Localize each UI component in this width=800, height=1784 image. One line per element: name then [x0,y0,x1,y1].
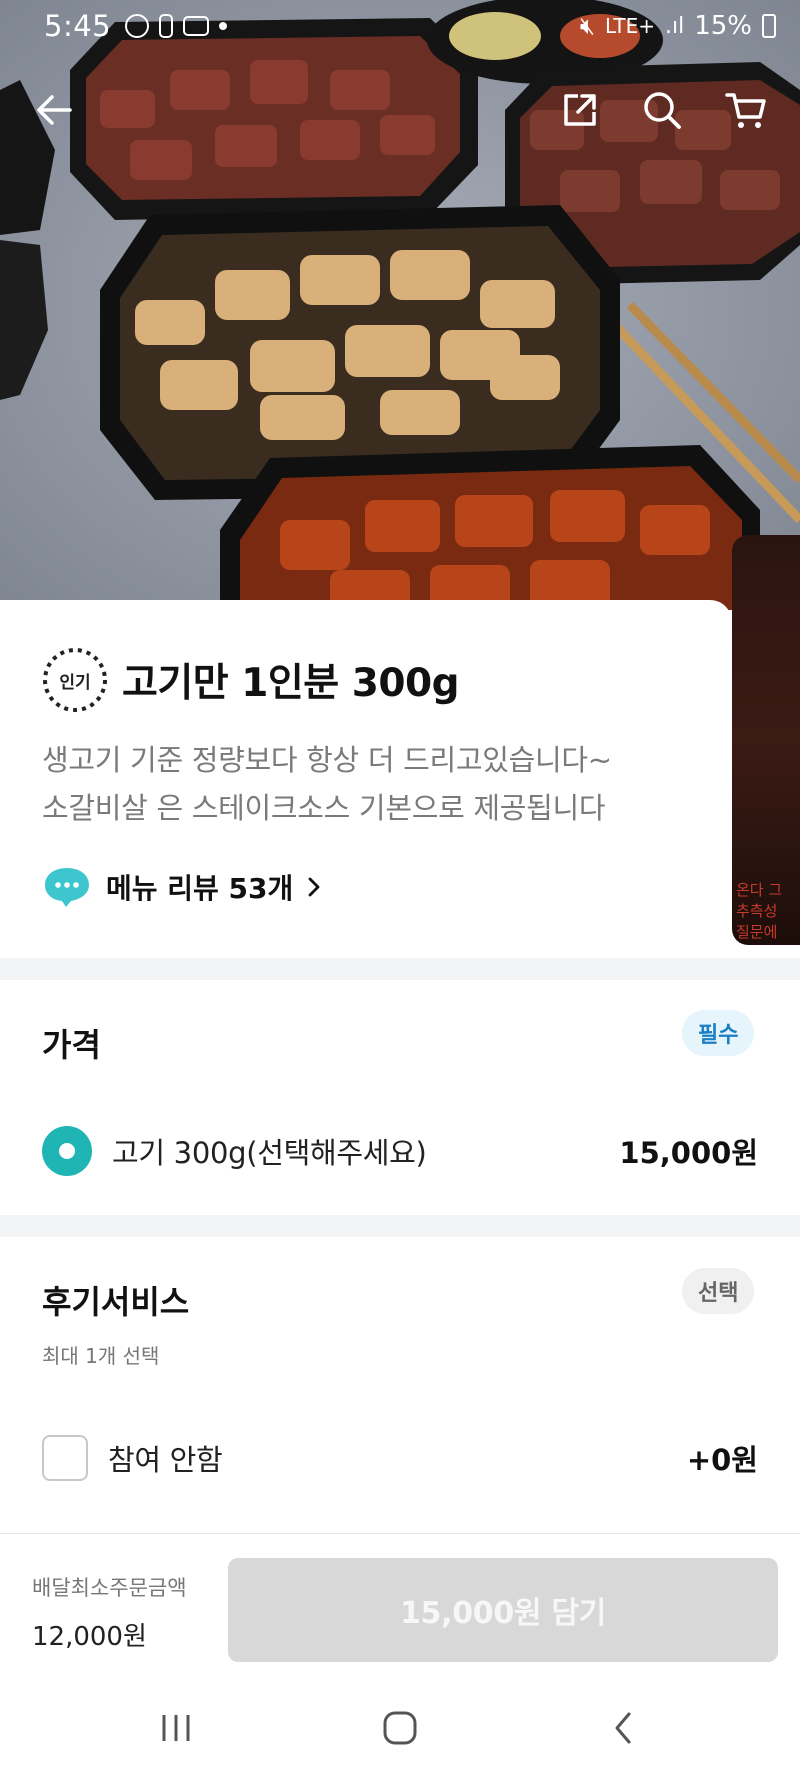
price-option-label: 고기 300g(선택해주세요) [112,1136,427,1170]
back-button[interactable] [26,82,82,138]
status-bar: 5:45 🔇︎ LTE+ .ıl 15% [0,0,800,52]
title-row: 인기 고기만 1인분 300g [40,645,460,715]
system-navigation-bar [0,1673,800,1784]
cart-icon [725,93,766,128]
review-option-price: +0원 [686,1443,758,1477]
review-option-label: 참여 안함 [108,1443,223,1477]
back-arrow-icon [37,95,72,125]
alert-icon [159,14,174,38]
chevron-right-icon [308,877,320,897]
chat-bubble-icon [45,868,89,907]
price-option-row[interactable]: 고기 300g(선택해주세요) 15,000원 [42,1125,758,1177]
price-option-price: 15,000원 [619,1136,758,1170]
home-button[interactable] [370,1703,430,1753]
preview-text: 온다 그 추측성 질문에 [736,881,783,941]
product-title: 고기만 1인분 300g [122,661,460,706]
order-bottom-bar: 배달최소주문금액 12,000원 15,000원 담기 [0,1533,800,1673]
optional-tag: 선택 [682,1268,755,1314]
search-button[interactable] [634,82,690,138]
price-option-radio[interactable] [42,1126,92,1176]
recent-apps-icon [162,1715,190,1741]
menu-review-link[interactable]: 메뉴 리뷰 53개 [42,865,323,909]
home-icon [383,1711,417,1745]
system-back-icon [615,1712,631,1744]
min-order-label: 배달최소주문금액 [32,1576,187,1600]
product-hero-image: 5:45 🔇︎ LTE+ .ıl 15% [0,0,800,610]
menu-review-label: 메뉴 리뷰 53개 [106,872,294,905]
share-button[interactable] [552,82,608,138]
network-type: LTE+ [604,14,655,38]
cart-button[interactable] [718,82,774,138]
signal-icon: .ıl [664,13,685,39]
section-divider [0,958,800,980]
min-order-value: 12,000원 [32,1622,147,1652]
top-navigation [0,82,800,138]
status-time: 5:45 [44,9,112,43]
mute-icon: 🔇︎ [579,12,595,40]
product-description: 생고기 기준 정량보다 항상 더 드리고있습니다~ 소갈비살 은 스테이크소스 … [42,736,722,832]
notification-dot-icon [219,22,228,30]
review-option-row[interactable]: 참여 안함 +0원 [42,1432,758,1484]
search-icon [644,92,681,129]
battery-level: 15% [694,11,752,41]
review-service-note: 최대 1개 선택 [42,1344,160,1368]
popular-badge: 인기 [40,645,110,715]
description-line: 생고기 기준 정량보다 항상 더 드리고있습니다~ [42,743,612,777]
product-info-card: 인기 고기만 1인분 300g 생고기 기준 정량보다 항상 더 드리고있습니다… [0,600,732,958]
section-divider [0,1215,800,1237]
next-menu-preview[interactable]: 온다 그 추측성 질문에 [732,535,800,945]
review-option-checkbox[interactable] [42,1435,88,1481]
message-icon [125,14,150,38]
review-service-title: 후기서비스 [42,1283,190,1321]
battery-icon [762,14,776,38]
add-to-cart-button[interactable]: 15,000원 담기 [228,1558,778,1662]
voicemail-icon [183,16,210,36]
required-tag: 필수 [682,1010,755,1056]
share-icon [564,94,596,126]
recent-apps-button[interactable] [146,1703,206,1753]
system-back-button[interactable] [594,1703,654,1753]
price-section-title: 가격 [42,1026,101,1064]
description-line: 소갈비살 은 스테이크소스 기본으로 제공됩니다 [42,791,606,825]
